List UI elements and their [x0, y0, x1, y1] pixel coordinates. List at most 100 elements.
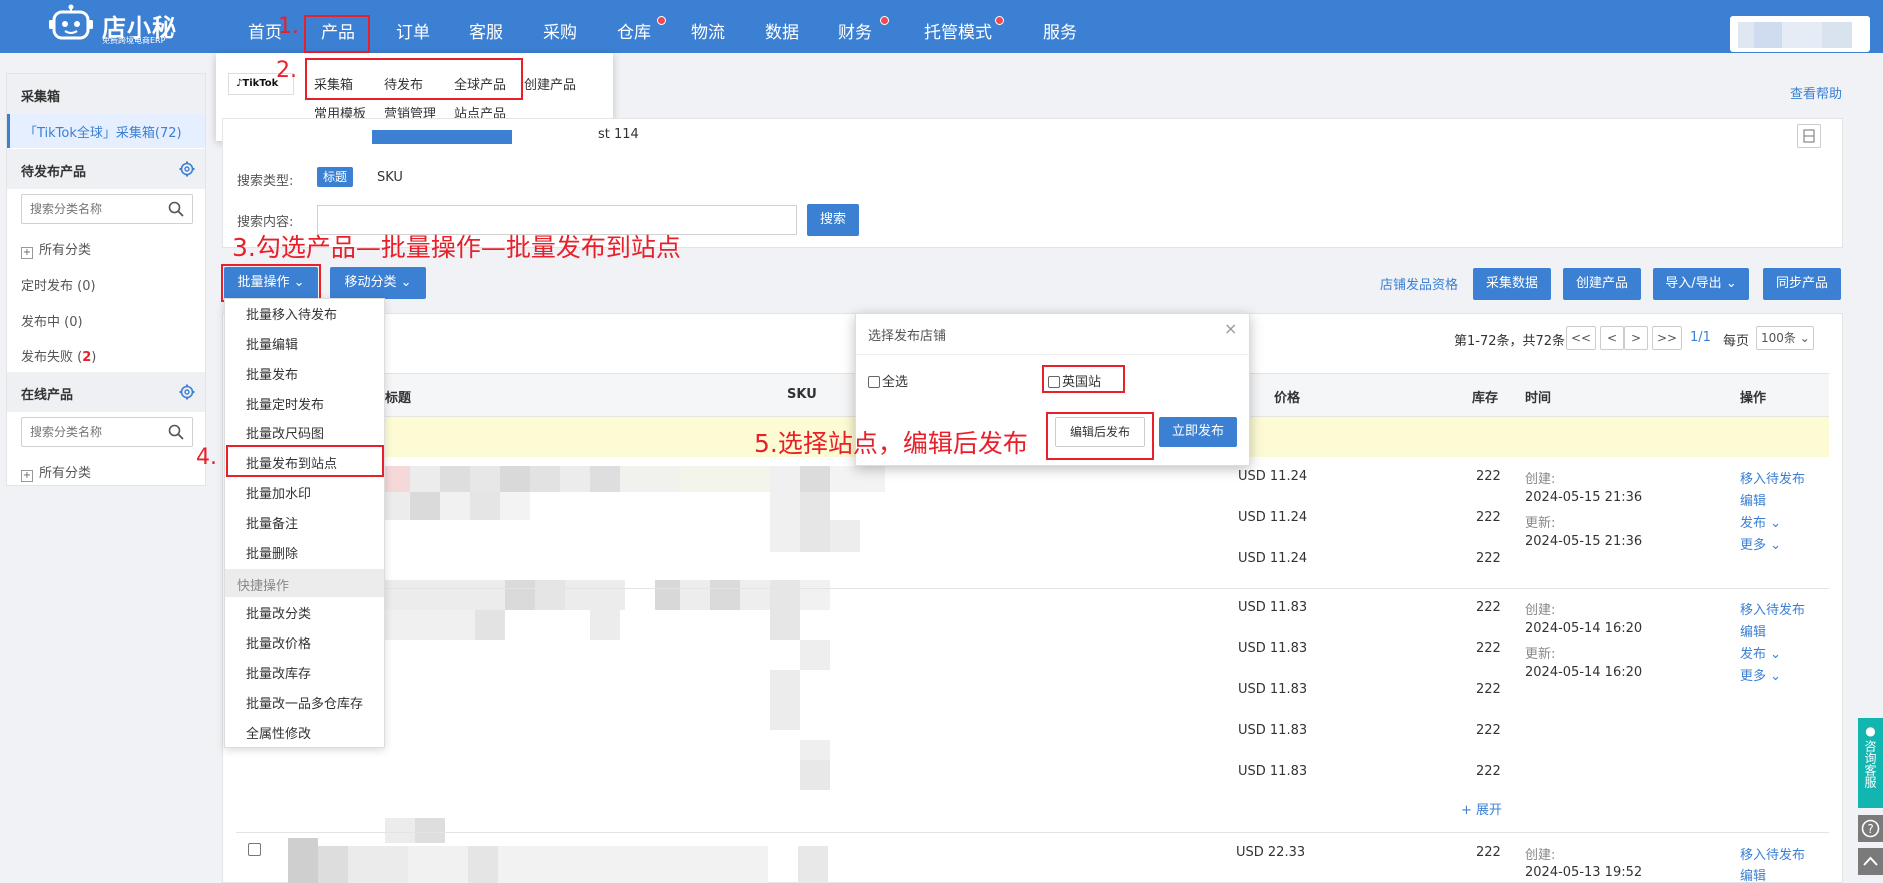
- batch-change-price[interactable]: 批量改价格: [246, 633, 311, 652]
- menu-create-product[interactable]: 创建产品: [524, 74, 576, 93]
- collect-data-button[interactable]: 采集数据: [1473, 268, 1551, 300]
- sidebar-scheduled[interactable]: 定时发布 (0): [21, 275, 96, 294]
- import-export-button[interactable]: 导入/导出 ⌄: [1653, 268, 1749, 300]
- sidebar-online-search[interactable]: [21, 417, 193, 447]
- edit-link[interactable]: 编辑: [1740, 490, 1766, 509]
- product-image-blurred: [498, 846, 768, 883]
- nav-home[interactable]: 首页: [248, 18, 282, 43]
- expand-plus-icon[interactable]: +: [21, 247, 33, 259]
- page-next-button[interactable]: >: [1624, 326, 1648, 350]
- nav-logistics[interactable]: 物流: [691, 18, 725, 43]
- edit-link[interactable]: 编辑: [1740, 621, 1766, 640]
- batch-change-category[interactable]: 批量改分类: [246, 603, 311, 622]
- chevron-down-icon: ⌄: [1770, 669, 1782, 684]
- batch-publish[interactable]: 批量发布: [246, 364, 298, 383]
- batch-all-attributes[interactable]: 全属性修改: [246, 723, 311, 742]
- gear-icon[interactable]: [179, 161, 195, 177]
- annotation-box-edit-publish: [1046, 412, 1154, 460]
- product-image-blurred: [800, 760, 830, 790]
- more-dropdown-link[interactable]: 更多 ⌄: [1740, 534, 1781, 553]
- sidebar-online-all-category[interactable]: + 所有分类: [21, 462, 91, 482]
- sidebar-category-search[interactable]: [21, 194, 193, 224]
- search-type-sku[interactable]: SKU: [377, 170, 403, 185]
- blurred-username: [1822, 22, 1852, 48]
- product-image-blurred: [655, 580, 680, 610]
- expand-plus-icon[interactable]: +: [21, 470, 33, 482]
- per-page-select[interactable]: 100条 ⌄: [1756, 326, 1814, 350]
- collapse-icon: [1803, 129, 1815, 143]
- sidebar-publishing[interactable]: 发布中 (0): [21, 311, 83, 330]
- row-checkbox[interactable]: [248, 843, 261, 856]
- product-image-blurred: [470, 492, 500, 520]
- nav-purchase[interactable]: 采购: [543, 18, 577, 43]
- product-image-blurred: [800, 580, 830, 610]
- created-label: 创建:: [1525, 848, 1556, 863]
- product-image-blurred: [410, 466, 440, 492]
- sidebar-item-tiktok-collect[interactable]: 「TikTok全球」采集箱(72): [7, 114, 205, 148]
- app-logo[interactable]: 店小秘 免费跨境电商ERP: [48, 2, 188, 48]
- move-to-pending-link[interactable]: 移入待发布: [1740, 468, 1805, 487]
- search-button[interactable]: 搜索: [807, 204, 859, 236]
- create-product-button[interactable]: 创建产品: [1563, 268, 1641, 300]
- category-search-input[interactable]: [22, 195, 162, 223]
- help-link[interactable]: 查看帮助: [1790, 83, 1842, 102]
- sync-products-button[interactable]: 同步产品: [1763, 268, 1841, 300]
- checkbox-icon[interactable]: [868, 376, 880, 388]
- nav-warehouse[interactable]: 仓库: [617, 18, 651, 43]
- select-all-checkbox[interactable]: 全选: [868, 371, 908, 390]
- move-to-pending-link[interactable]: 移入待发布: [1740, 599, 1805, 618]
- batch-move-pending[interactable]: 批量移入待发布: [246, 304, 337, 323]
- user-account-box[interactable]: [1730, 16, 1870, 52]
- chevron-down-icon: ⌄: [400, 275, 412, 290]
- batch-scheduled-publish[interactable]: 批量定时发布: [246, 394, 324, 413]
- annotation-step1: 1.: [278, 14, 299, 39]
- product-image-blurred: [680, 580, 710, 610]
- batch-multi-warehouse-stock[interactable]: 批量改一品多仓库存: [246, 693, 363, 712]
- nav-data[interactable]: 数据: [765, 18, 799, 43]
- nav-services[interactable]: 服务: [1043, 18, 1077, 43]
- failed-count: 2: [82, 350, 92, 365]
- publish-label: 发布: [1740, 516, 1767, 531]
- publish-now-button[interactable]: 立即发布: [1159, 417, 1237, 447]
- batch-watermark[interactable]: 批量加水印: [246, 483, 311, 502]
- expand-link[interactable]: + 展开: [1461, 799, 1502, 818]
- all-category-label: 所有分类: [39, 243, 92, 258]
- gear-icon[interactable]: [179, 384, 195, 400]
- collapse-button[interactable]: [1797, 124, 1821, 148]
- search-icon[interactable]: [168, 424, 184, 440]
- logo-subtitle: 免费跨境电商ERP: [102, 36, 166, 45]
- sidebar-failed[interactable]: 发布失败 (2): [21, 346, 96, 365]
- product-image-blurred: [348, 846, 408, 883]
- page-last-button[interactable]: >>: [1652, 326, 1682, 350]
- search-icon[interactable]: [168, 201, 184, 217]
- help-question-button[interactable]: ?: [1858, 815, 1883, 842]
- customer-service-button[interactable]: ● 咨询客服: [1858, 718, 1883, 808]
- batch-delete[interactable]: 批量删除: [246, 543, 298, 562]
- shop-qualification-link[interactable]: 店铺发品资格: [1380, 274, 1458, 293]
- close-icon[interactable]: ×: [1224, 319, 1237, 338]
- batch-note[interactable]: 批量备注: [246, 513, 298, 532]
- nav-order[interactable]: 订单: [396, 18, 430, 43]
- move-to-pending-link[interactable]: 移入待发布: [1740, 844, 1805, 863]
- more-dropdown-link[interactable]: 更多 ⌄: [1740, 665, 1781, 684]
- batch-change-stock[interactable]: 批量改库存: [246, 663, 311, 682]
- nav-hosting[interactable]: 托管模式: [924, 18, 992, 43]
- product-image-blurred: [288, 838, 318, 883]
- back-to-top-button[interactable]: [1858, 848, 1883, 875]
- edit-link[interactable]: 编辑: [1740, 865, 1766, 883]
- nav-service[interactable]: 客服: [469, 18, 503, 43]
- online-category-search-input[interactable]: [22, 418, 162, 446]
- batch-size-chart[interactable]: 批量改尺码图: [246, 423, 324, 442]
- publish-dropdown-link[interactable]: 发布 ⌄: [1740, 643, 1781, 662]
- publish-dropdown-link[interactable]: 发布 ⌄: [1740, 512, 1781, 531]
- robot-logo-icon: [49, 4, 93, 40]
- nav-finance[interactable]: 财务: [838, 18, 872, 43]
- sidebar-all-category[interactable]: + 所有分类: [21, 239, 91, 259]
- page-prev-button[interactable]: <: [1600, 326, 1624, 350]
- batch-edit[interactable]: 批量编辑: [246, 334, 298, 353]
- move-category-button[interactable]: 移动分类 ⌄: [330, 267, 426, 299]
- search-type-title[interactable]: 标题: [317, 167, 353, 187]
- tiktok-tag-label: TikTok: [242, 78, 279, 89]
- blurred-username: [1782, 22, 1822, 48]
- page-first-button[interactable]: <<: [1566, 326, 1596, 350]
